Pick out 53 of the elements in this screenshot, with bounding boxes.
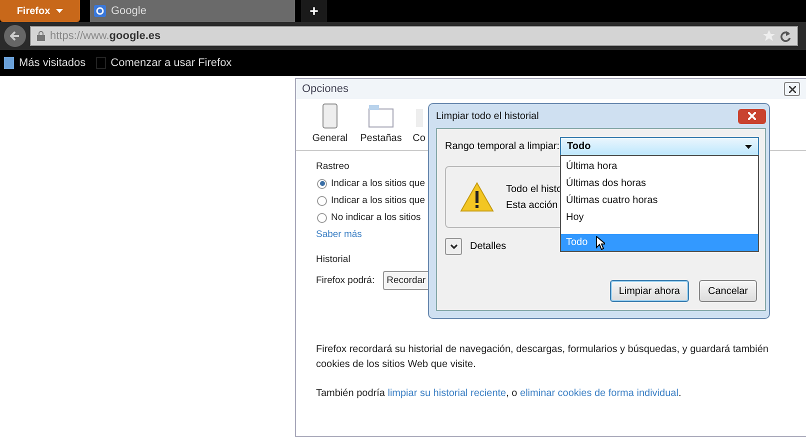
clear-history-link[interactable]: limpiar su historial reciente	[388, 388, 506, 399]
history-description: Firefox recordará su historial de navegación, descargas, formularios y búsquedas, y guardará también cookies de los sitios Web que visite.	[316, 343, 770, 372]
dialog-button[interactable]: Limpiar ahora	[610, 280, 689, 302]
bookmark-item[interactable]: Comenzar a usar Firefox	[96, 57, 232, 69]
chevron-icon	[450, 244, 458, 250]
pane-tab[interactable]: Co	[412, 103, 426, 150]
page-icon	[96, 57, 106, 69]
close-button[interactable]	[784, 82, 800, 96]
window-icon	[368, 103, 394, 129]
bookmark-item[interactable]: Más visitados	[4, 57, 86, 69]
back-button[interactable]	[4, 25, 26, 47]
pane-tab[interactable]: General	[310, 103, 350, 150]
radio-button[interactable]	[317, 212, 327, 222]
url-text: https://www.google.es	[50, 30, 161, 42]
switch-icon	[322, 103, 338, 129]
remove-cookies-link[interactable]: eliminar cookies de forma individual	[520, 388, 678, 399]
radio-label: Indicar a los sitios que	[331, 178, 425, 189]
history-dropdown[interactable]: Recordar	[382, 271, 430, 290]
back-arrow-icon	[10, 31, 20, 41]
lock-icon	[37, 31, 45, 41]
google-icon	[94, 5, 106, 17]
browser-tab[interactable]: Google	[90, 0, 295, 22]
learn-more-link[interactable]: Saber más	[316, 229, 362, 240]
radio-label: No indicar a los sitios	[331, 212, 421, 223]
pane-tab[interactable]: Pestañas	[358, 103, 404, 150]
window-title: Opciones	[302, 83, 348, 95]
details-label: Detalles	[470, 241, 506, 252]
firefox-menu-button[interactable]: Firefox	[0, 0, 80, 22]
section-heading: Historial	[316, 254, 350, 265]
radio-button[interactable]	[317, 196, 327, 206]
caret-icon	[745, 144, 752, 148]
close-icon	[788, 86, 796, 92]
bookmark-page-icon	[4, 57, 14, 69]
section-heading: Rastreo	[316, 161, 350, 172]
reload-icon[interactable]	[780, 30, 791, 42]
range-label: Rango temporal a limpiar:	[445, 141, 560, 152]
dialog-button[interactable]: Cancelar	[698, 280, 757, 302]
star-icon[interactable]	[763, 30, 775, 42]
caret-icon	[56, 9, 64, 13]
warning-icon	[460, 182, 494, 212]
warning-text: Esta acción	[506, 200, 559, 210]
tab-title: Google	[111, 5, 146, 17]
radio-label: Indicar a los sitios que	[331, 195, 425, 206]
url-field[interactable]: https://www.google.es	[30, 26, 798, 46]
history-footer: También podría limpiar su historial reciente, o eliminar cookies de forma individual.	[316, 386, 786, 401]
range-dropdown[interactable]: Todo	[560, 137, 759, 156]
dialog-title: Limpiar todo el historial	[436, 110, 539, 122]
history-label: Firefox podrá:	[316, 275, 375, 286]
radio-button[interactable]	[317, 178, 327, 188]
close-button[interactable]	[738, 108, 766, 124]
new-tab-button[interactable]: +	[301, 0, 327, 22]
details-toggle[interactable]	[445, 238, 462, 255]
close-icon	[748, 112, 756, 120]
